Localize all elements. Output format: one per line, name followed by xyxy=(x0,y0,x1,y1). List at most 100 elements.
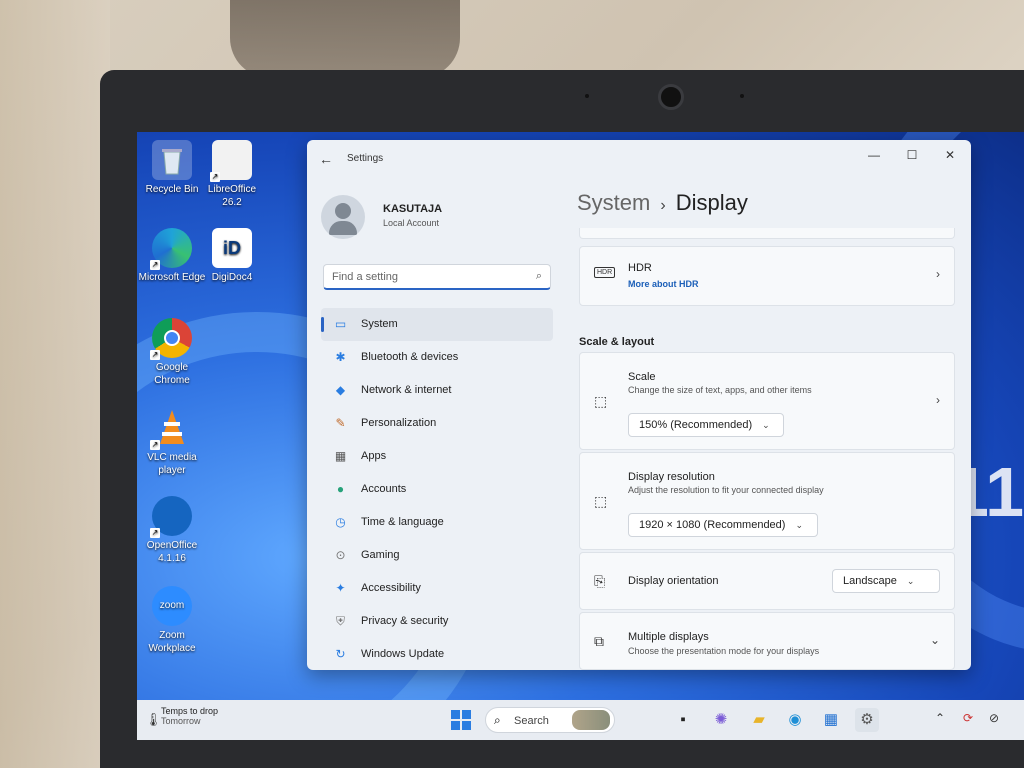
laptop-bezel: 11 Recycle Bin ↗ LibreOffice 26.2 ↗ Micr… xyxy=(100,70,1024,768)
nav-label: System xyxy=(361,318,398,330)
desktop-icon-openoffice[interactable]: ↗ OpenOffice 4.1.16 xyxy=(137,496,207,565)
chevron-down-icon[interactable]: ⌄ xyxy=(930,633,940,647)
close-button[interactable]: ✕ xyxy=(935,148,965,162)
desktop-icon-label: OpenOffice 4.1.16 xyxy=(146,540,198,564)
search-highlight-image xyxy=(572,710,610,730)
edge-icon[interactable]: ◉ xyxy=(783,708,807,732)
accessibility-icon: ✦ xyxy=(335,581,346,595)
chevron-right-icon: › xyxy=(936,393,940,407)
scale-subtitle: Change the size of text, apps, and other… xyxy=(628,385,812,395)
gaming-icon: ⊙ xyxy=(335,548,346,562)
hdr-link[interactable]: More about HDR xyxy=(628,279,699,289)
settings-icon[interactable]: ⚙ xyxy=(855,708,879,732)
task-view-icon[interactable]: ▪ xyxy=(671,708,695,732)
taskbar-search-label: Search xyxy=(514,715,549,727)
copilot-icon[interactable]: ✺ xyxy=(709,708,733,732)
resolution-dropdown[interactable]: 1920 × 1080 (Recommended) ⌄ xyxy=(628,513,818,537)
avatar xyxy=(321,195,365,239)
weather-subtitle: Tomorrow xyxy=(161,716,201,726)
nav-label: Network & internet xyxy=(361,384,452,396)
orientation-icon: ⎘ xyxy=(594,573,606,589)
breadcrumb: System › Display xyxy=(577,190,748,216)
zoom-icon: zoom xyxy=(152,586,192,626)
nav-item-personalization[interactable]: ✎ Personalization xyxy=(321,407,553,440)
vlc-icon: ↗ xyxy=(150,408,192,450)
orientation-dropdown[interactable]: Landscape ⌄ xyxy=(832,569,940,593)
page-title: Display xyxy=(675,190,748,215)
taskbar-search[interactable]: ⌕ Search xyxy=(485,707,615,733)
desktop-icon-label: VLC media player xyxy=(147,452,197,476)
desktop-icon-chrome[interactable]: ↗ Google Chrome xyxy=(137,318,207,387)
network-icon: ◆ xyxy=(335,383,346,397)
resolution-title: Display resolution xyxy=(628,471,715,483)
nav-item-accessibility[interactable]: ✦ Accessibility xyxy=(321,572,553,605)
multiple-displays-card[interactable]: ⧉ Multiple displays Choose the presentat… xyxy=(579,612,955,670)
nav-item-bluetooth[interactable]: ✱ Bluetooth & devices xyxy=(321,341,553,374)
system-icon: ▭ xyxy=(334,317,347,331)
chevron-down-icon: ⌄ xyxy=(762,420,770,430)
time-language-icon: ◷ xyxy=(335,515,346,529)
nav-item-accounts[interactable]: ● Accounts xyxy=(321,473,553,506)
minimize-button[interactable]: — xyxy=(859,148,889,162)
desktop-icon-label: Google Chrome xyxy=(154,362,190,386)
accounts-icon: ● xyxy=(336,482,345,496)
scale-icon: ⬚ xyxy=(594,393,608,409)
weather-widget[interactable]: Temps to drop Tomorrow xyxy=(161,706,218,726)
nav-label: Apps xyxy=(361,450,387,462)
breadcrumb-separator: › xyxy=(660,197,666,214)
scale-dropdown[interactable]: 150% (Recommended) ⌄ xyxy=(628,413,784,437)
digidoc-icon: iD xyxy=(212,228,252,268)
orientation-card[interactable]: ⎘ Display orientation Landscape ⌄ xyxy=(579,552,955,610)
scale-card[interactable]: ⬚ Scale Change the size of text, apps, a… xyxy=(579,352,955,450)
desktop-icon-libreoffice[interactable]: ↗ LibreOffice 26.2 xyxy=(197,140,267,209)
previous-card-edge xyxy=(579,228,955,239)
desktop-icon-digidoc[interactable]: iD DigiDoc4 xyxy=(197,228,267,284)
shield-icon: ⛨ xyxy=(335,614,345,628)
nav-label: Windows Update xyxy=(361,648,445,660)
multiple-displays-subtitle: Choose the presentation mode for your di… xyxy=(628,646,820,656)
thermometer-icon: 🌡 xyxy=(145,712,162,727)
nav-item-system[interactable]: ▭ System xyxy=(321,308,553,341)
multiple-displays-icon: ⧉ xyxy=(594,633,604,649)
hdr-icon: HDR xyxy=(594,267,616,278)
nav-label: Accounts xyxy=(361,483,407,495)
nav-item-windows-update[interactable]: ↻ Windows Update xyxy=(321,638,553,670)
desktop-icon-zoom[interactable]: zoom Zoom Workplace xyxy=(137,586,207,655)
nav-item-gaming[interactable]: ⊙ Gaming xyxy=(321,539,553,572)
breadcrumb-parent[interactable]: System xyxy=(577,190,650,215)
search-placeholder: Find a setting xyxy=(332,271,399,283)
start-button[interactable] xyxy=(451,710,471,730)
network-off-icon[interactable]: ⊘ xyxy=(989,711,999,725)
back-button[interactable]: ← xyxy=(319,151,333,167)
nav-label: Gaming xyxy=(361,549,400,561)
desktop-icon-label: LibreOffice 26.2 xyxy=(207,184,257,208)
file-explorer-icon[interactable]: ▰ xyxy=(747,708,771,732)
scale-value: 150% (Recommended) xyxy=(639,419,753,431)
resolution-icon: ⬚ xyxy=(594,493,608,509)
section-title: Scale & layout xyxy=(579,336,655,348)
desktop-icon-vlc[interactable]: ↗ VLC media player xyxy=(137,408,207,477)
recycle-bin-icon xyxy=(152,140,192,180)
store-icon[interactable]: ▦ xyxy=(819,708,843,732)
nav-label: Bluetooth & devices xyxy=(361,351,459,363)
chevron-down-icon: ⌄ xyxy=(795,520,804,530)
hdr-card[interactable]: HDR HDR More about HDR › xyxy=(579,246,955,306)
sync-icon[interactable]: ⟳ xyxy=(963,711,973,725)
nav-item-network[interactable]: ◆ Network & internet xyxy=(321,374,553,407)
window-title: Settings xyxy=(347,153,384,164)
nav-item-apps[interactable]: ▦ Apps xyxy=(321,440,553,473)
brush-icon: ✎ xyxy=(335,416,346,430)
apps-icon: ▦ xyxy=(334,449,347,463)
hdr-title: HDR xyxy=(628,262,652,274)
nav-item-time-language[interactable]: ◷ Time & language xyxy=(321,506,553,539)
resolution-card[interactable]: ⬚ Display resolution Adjust the resoluti… xyxy=(579,452,955,550)
chevron-up-icon[interactable]: ⌃ xyxy=(935,711,945,725)
settings-search-input[interactable]: Find a setting ⌕ xyxy=(323,264,551,290)
maximize-button[interactable]: ☐ xyxy=(897,148,927,162)
desktop-icon-label: Zoom Workplace xyxy=(148,630,196,654)
title-bar: ← Settings — ☐ ✕ xyxy=(307,140,971,178)
nav-item-privacy[interactable]: ⛨ Privacy & security xyxy=(321,605,553,638)
account-type: Local Account xyxy=(383,218,440,228)
desktop-icon-label: DigiDoc4 xyxy=(211,272,253,283)
settings-window: ← Settings — ☐ ✕ KASUTAJA Local Account … xyxy=(307,140,971,670)
